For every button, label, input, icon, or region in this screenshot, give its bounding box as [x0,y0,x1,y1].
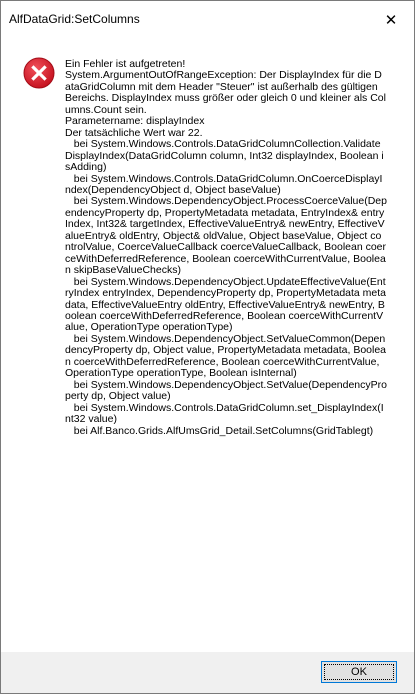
close-button[interactable]: ✕ [368,1,414,38]
error-dialog: AlfDataGrid:SetColumns ✕ Ein Fehler ist … [0,0,415,694]
dialog-content: Ein Fehler ist aufgetreten! System.Argum… [1,38,414,652]
title-bar[interactable]: AlfDataGrid:SetColumns ✕ [1,1,414,38]
ok-button[interactable]: OK [321,661,397,683]
button-bar: OK [1,652,414,693]
window-title: AlfDataGrid:SetColumns [9,12,140,26]
close-icon: ✕ [384,11,398,29]
error-icon [23,57,55,89]
error-message: Ein Fehler ist aufgetreten! System.Argum… [65,58,387,437]
